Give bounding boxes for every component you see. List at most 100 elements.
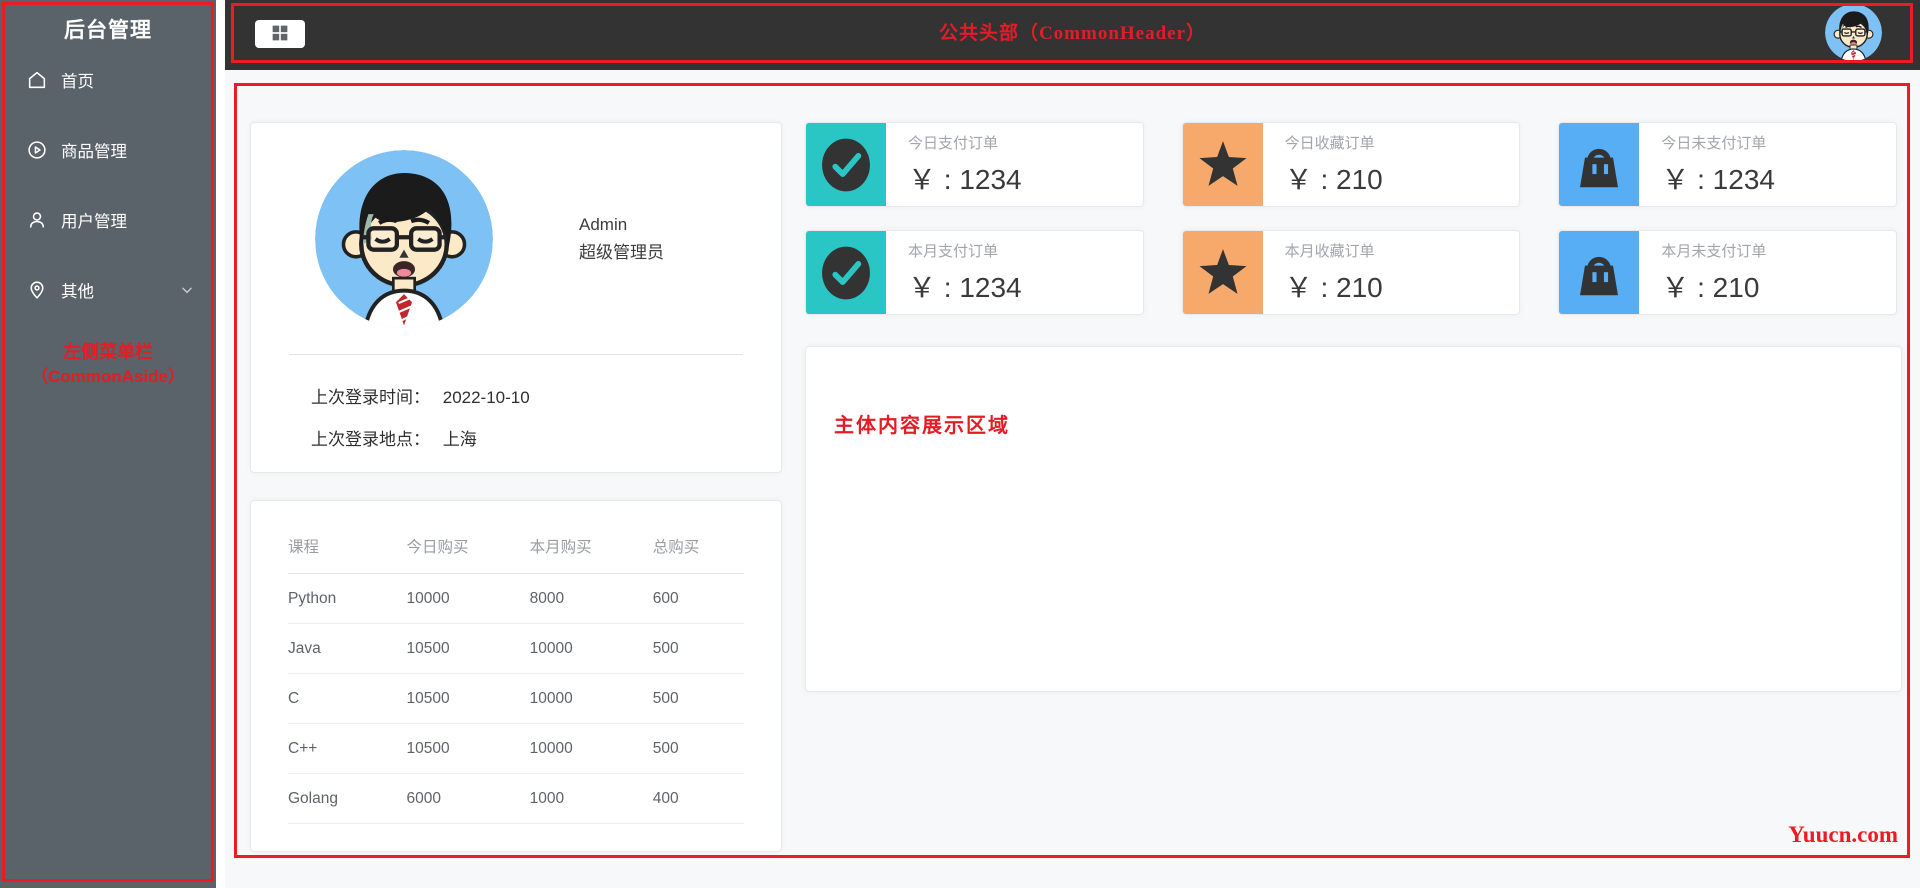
location-icon bbox=[26, 279, 48, 301]
user-icon bbox=[26, 209, 48, 231]
stat-value: ￥ : 210 bbox=[1284, 163, 1383, 195]
table-header-row: 课程 今日购买 本月购买 总购买 bbox=[288, 521, 744, 574]
login-info: 上次登录时间： 2022-10-10 上次登录地点： 上海 bbox=[251, 355, 781, 461]
body-annotation: 主体内容展示区域 bbox=[834, 415, 1010, 437]
stat-body: 今日未支付订单 ￥ : 1234 bbox=[1639, 123, 1775, 206]
stat-card-paid-month: 本月支付订单 ￥ : 1234 bbox=[805, 230, 1144, 315]
grid-menu-icon bbox=[270, 24, 290, 45]
sidebar-title: 后台管理 bbox=[64, 19, 152, 42]
login-time-label: 上次登录时间： bbox=[311, 388, 430, 407]
user-profile-card: Admin 超级管理员 上次登录时间： 2022-10-10 上次登录地点： 上… bbox=[250, 122, 782, 473]
cell: C bbox=[288, 673, 407, 724]
stats-row-today: 今日支付订单 ￥ : 1234 今日收藏订单 ￥ : 210 今日未支付订单 ￥… bbox=[805, 122, 1898, 207]
check-icon bbox=[806, 123, 886, 206]
cell: 8000 bbox=[529, 573, 653, 624]
stat-body: 本月支付订单 ￥ : 1234 bbox=[886, 231, 1022, 314]
login-time-value: 2022-10-10 bbox=[442, 388, 530, 407]
stat-label: 今日未支付订单 bbox=[1661, 134, 1767, 152]
stat-value: ￥ : 210 bbox=[1284, 271, 1383, 303]
course-table: 课程 今日购买 本月购买 总购买 Python 10000 8000 600 J… bbox=[288, 521, 744, 824]
header-avatar[interactable] bbox=[1825, 4, 1882, 61]
cell: 1000 bbox=[529, 773, 653, 824]
stat-label: 本月收藏订单 bbox=[1284, 242, 1375, 260]
cell: 10500 bbox=[406, 723, 530, 774]
login-place-row: 上次登录地点： 上海 bbox=[311, 419, 781, 461]
user-names: Admin 超级管理员 bbox=[579, 211, 664, 267]
cell: Java bbox=[288, 623, 407, 674]
user-role: 超级管理员 bbox=[579, 242, 664, 262]
cell: Golang bbox=[288, 773, 407, 824]
stat-card-unpaid-today: 今日未支付订单 ￥ : 1234 bbox=[1558, 122, 1898, 207]
cell: 10000 bbox=[529, 723, 653, 774]
sidebar-menu: 首页 商品管理 用户管理 其他 bbox=[0, 56, 216, 314]
stat-card-unpaid-month: 本月未支付订单 ￥ : 210 bbox=[1558, 230, 1898, 315]
cell: 10000 bbox=[529, 623, 653, 674]
cell: 400 bbox=[652, 773, 744, 824]
star-icon bbox=[1182, 123, 1263, 206]
header-annotation: 公共头部（CommonHeader） bbox=[938, 23, 1207, 44]
watermark: Yuucn.com bbox=[1788, 822, 1898, 847]
sidebar-item-products[interactable]: 商品管理 bbox=[0, 126, 216, 174]
login-place-value: 上海 bbox=[442, 430, 477, 449]
common-header: 公共头部（CommonHeader） bbox=[225, 0, 1920, 70]
stat-value: ￥ : 1234 bbox=[908, 271, 1022, 303]
stat-value: ￥ : 1234 bbox=[908, 163, 1022, 195]
sidebar-item-label: 商品管理 bbox=[61, 143, 127, 161]
col-header: 课程 bbox=[288, 521, 407, 574]
aside-annotation: 左侧菜单栏 （CommonAside） bbox=[0, 340, 216, 390]
user-avatar bbox=[315, 150, 493, 328]
col-header: 本月购买 bbox=[529, 521, 653, 574]
cell: 500 bbox=[652, 723, 744, 774]
col-header: 今日购买 bbox=[406, 521, 530, 574]
bag-icon bbox=[1559, 123, 1640, 206]
sidebar-item-users[interactable]: 用户管理 bbox=[0, 196, 216, 244]
stat-card-favorite-month: 本月收藏订单 ￥ : 210 bbox=[1181, 230, 1521, 315]
cell: 500 bbox=[652, 673, 744, 724]
home-icon bbox=[26, 69, 48, 91]
stat-card-paid-today: 今日支付订单 ￥ : 1234 bbox=[805, 122, 1144, 207]
stat-label: 今日支付订单 bbox=[908, 134, 999, 152]
stat-body: 本月收藏订单 ￥ : 210 bbox=[1263, 231, 1383, 314]
stats-row-month: 本月支付订单 ￥ : 1234 本月收藏订单 ￥ : 210 本月未支付订单 ￥… bbox=[805, 230, 1898, 315]
sidebar-item-label: 首页 bbox=[61, 73, 94, 91]
cell: Python bbox=[288, 573, 407, 624]
video-play-icon bbox=[26, 139, 48, 161]
stat-body: 本月未支付订单 ￥ : 210 bbox=[1639, 231, 1766, 314]
cell: 6000 bbox=[406, 773, 530, 824]
col-header: 总购买 bbox=[652, 521, 744, 574]
main-content: Admin 超级管理员 上次登录时间： 2022-10-10 上次登录地点： 上… bbox=[225, 70, 1920, 888]
sidebar-item-home[interactable]: 首页 bbox=[0, 56, 216, 104]
table-row: C 10500 10000 500 bbox=[288, 673, 744, 724]
cell: 10000 bbox=[406, 573, 530, 624]
cell: 600 bbox=[652, 573, 744, 624]
check-icon bbox=[806, 231, 886, 314]
cell: 10500 bbox=[406, 673, 530, 724]
stat-card-favorite-today: 今日收藏订单 ￥ : 210 bbox=[1181, 122, 1521, 207]
menu-collapse-button[interactable] bbox=[255, 20, 305, 48]
sidebar-item-other[interactable]: 其他 bbox=[0, 266, 216, 314]
table-row: Java 10500 10000 500 bbox=[288, 623, 744, 674]
cell: 10500 bbox=[406, 623, 530, 674]
sidebar-item-label: 用户管理 bbox=[61, 213, 127, 231]
table-row: Python 10000 8000 600 bbox=[288, 573, 744, 624]
stat-label: 今日收藏订单 bbox=[1284, 134, 1375, 152]
stat-label: 本月支付订单 bbox=[908, 242, 999, 260]
table-row: C++ 10500 10000 500 bbox=[288, 723, 744, 774]
cell: C++ bbox=[288, 723, 407, 774]
sidebar-item-label: 其他 bbox=[61, 283, 94, 301]
sidebar: 后台管理 首页 商品管理 用户管理 其他 左侧菜单栏 （CommonAside） bbox=[0, 0, 216, 888]
user-profile-top: Admin 超级管理员 bbox=[251, 123, 781, 354]
table-row: Golang 6000 1000 400 bbox=[288, 773, 744, 824]
aside-annotation-line1: 左侧菜单栏 bbox=[63, 342, 153, 362]
cell: 10000 bbox=[529, 673, 653, 724]
cell: 500 bbox=[652, 623, 744, 674]
login-place-label: 上次登录地点： bbox=[311, 430, 430, 449]
user-name: Admin bbox=[579, 214, 628, 234]
star-icon bbox=[1182, 231, 1263, 314]
stat-label: 本月未支付订单 bbox=[1661, 242, 1767, 260]
stat-body: 今日收藏订单 ￥ : 210 bbox=[1263, 123, 1383, 206]
chevron-down-icon bbox=[180, 283, 194, 297]
order-stats: 今日支付订单 ￥ : 1234 今日收藏订单 ￥ : 210 今日未支付订单 ￥… bbox=[805, 122, 1898, 338]
body-content-card: 主体内容展示区域 bbox=[805, 346, 1902, 692]
bag-icon bbox=[1559, 231, 1640, 314]
